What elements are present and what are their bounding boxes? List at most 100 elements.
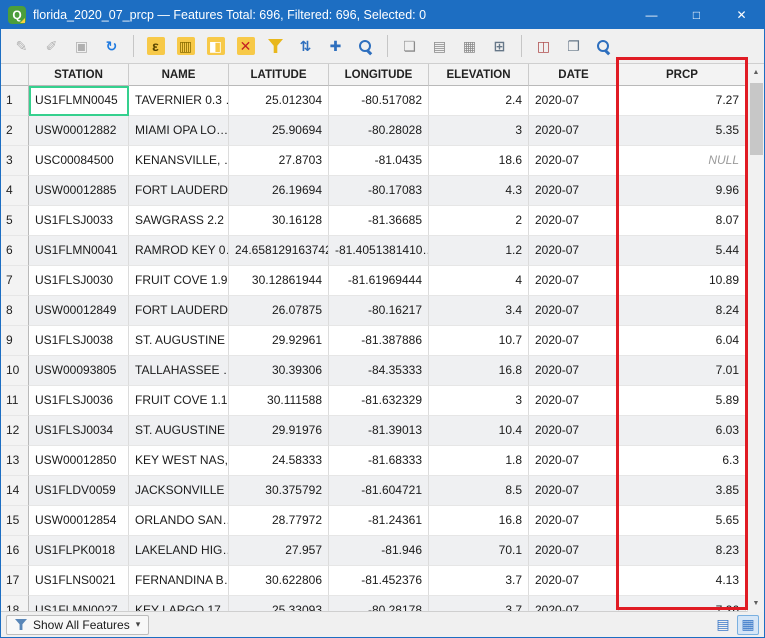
cell-5-elevation[interactable]: 2 bbox=[429, 206, 529, 236]
row-header-2[interactable]: 2 bbox=[1, 116, 29, 146]
deselect-all-button[interactable]: ✕ bbox=[233, 34, 258, 59]
column-header-date[interactable]: DATE bbox=[529, 64, 619, 86]
feature-filter-button[interactable]: Show All Features ▾ bbox=[6, 615, 149, 635]
row-header-4[interactable]: 4 bbox=[1, 176, 29, 206]
cell-3-latitude[interactable]: 27.8703 bbox=[229, 146, 329, 176]
row-header-14[interactable]: 14 bbox=[1, 476, 29, 506]
cell-15-latitude[interactable]: 28.77972 bbox=[229, 506, 329, 536]
cell-9-latitude[interactable]: 29.92961 bbox=[229, 326, 329, 356]
pan-to-selection-button[interactable]: ✚ bbox=[323, 34, 348, 59]
cell-1-elevation[interactable]: 2.4 bbox=[429, 86, 529, 116]
form-view-button[interactable]: ▤ bbox=[712, 615, 734, 635]
cell-13-latitude[interactable]: 24.58333 bbox=[229, 446, 329, 476]
cell-17-date[interactable]: 2020-07 bbox=[529, 566, 619, 596]
cell-18-prcp[interactable]: 7.26 bbox=[619, 596, 746, 611]
reload-table-button[interactable]: ↻ bbox=[99, 34, 124, 59]
cell-6-longitude[interactable]: -81.4051381410… bbox=[329, 236, 429, 266]
cell-4-prcp[interactable]: 9.96 bbox=[619, 176, 746, 206]
column-header-prcp[interactable]: PRCP bbox=[619, 64, 746, 86]
cell-10-name[interactable]: TALLAHASSEE … bbox=[129, 356, 229, 386]
cell-12-name[interactable]: ST. AUGUSTINE … bbox=[129, 416, 229, 446]
cell-1-station[interactable]: US1FLMN0045 bbox=[29, 86, 129, 116]
row-header-3[interactable]: 3 bbox=[1, 146, 29, 176]
scroll-down-button[interactable]: ▼ bbox=[748, 595, 764, 612]
cell-2-station[interactable]: USW00012882 bbox=[29, 116, 129, 146]
cell-3-elevation[interactable]: 18.6 bbox=[429, 146, 529, 176]
cell-11-longitude[interactable]: -81.632329 bbox=[329, 386, 429, 416]
corner-header[interactable] bbox=[1, 64, 29, 86]
cell-8-latitude[interactable]: 26.07875 bbox=[229, 296, 329, 326]
cell-10-prcp[interactable]: 7.01 bbox=[619, 356, 746, 386]
cell-7-date[interactable]: 2020-07 bbox=[529, 266, 619, 296]
cell-14-prcp[interactable]: 3.85 bbox=[619, 476, 746, 506]
cell-7-elevation[interactable]: 4 bbox=[429, 266, 529, 296]
cell-9-date[interactable]: 2020-07 bbox=[529, 326, 619, 356]
cell-2-elevation[interactable]: 3 bbox=[429, 116, 529, 146]
cell-8-station[interactable]: USW00012849 bbox=[29, 296, 129, 326]
cell-4-name[interactable]: FORT LAUDERD… bbox=[129, 176, 229, 206]
cell-5-prcp[interactable]: 8.07 bbox=[619, 206, 746, 236]
column-header-name[interactable]: NAME bbox=[129, 64, 229, 86]
row-header-13[interactable]: 13 bbox=[1, 446, 29, 476]
cell-12-latitude[interactable]: 29.91976 bbox=[229, 416, 329, 446]
cell-9-longitude[interactable]: -81.387886 bbox=[329, 326, 429, 356]
cell-17-name[interactable]: FERNANDINA B… bbox=[129, 566, 229, 596]
cell-1-latitude[interactable]: 25.012304 bbox=[229, 86, 329, 116]
cell-5-latitude[interactable]: 30.16128 bbox=[229, 206, 329, 236]
cell-15-longitude[interactable]: -81.24361 bbox=[329, 506, 429, 536]
cell-10-elevation[interactable]: 16.8 bbox=[429, 356, 529, 386]
cell-9-name[interactable]: ST. AUGUSTINE … bbox=[129, 326, 229, 356]
cell-5-date[interactable]: 2020-07 bbox=[529, 206, 619, 236]
row-header-6[interactable]: 6 bbox=[1, 236, 29, 266]
cell-9-elevation[interactable]: 10.7 bbox=[429, 326, 529, 356]
cell-6-station[interactable]: US1FLMN0041 bbox=[29, 236, 129, 266]
cell-2-latitude[interactable]: 25.90694 bbox=[229, 116, 329, 146]
cell-11-name[interactable]: FRUIT COVE 1.1… bbox=[129, 386, 229, 416]
cell-10-date[interactable]: 2020-07 bbox=[529, 356, 619, 386]
cell-14-name[interactable]: JACKSONVILLE … bbox=[129, 476, 229, 506]
new-field-button[interactable]: ▤ bbox=[427, 34, 452, 59]
cell-10-longitude[interactable]: -84.35333 bbox=[329, 356, 429, 386]
cell-3-date[interactable]: 2020-07 bbox=[529, 146, 619, 176]
cell-6-date[interactable]: 2020-07 bbox=[529, 236, 619, 266]
cell-15-station[interactable]: USW00012854 bbox=[29, 506, 129, 536]
cell-5-station[interactable]: US1FLSJ0033 bbox=[29, 206, 129, 236]
column-header-latitude[interactable]: LATITUDE bbox=[229, 64, 329, 86]
close-button[interactable]: ✕ bbox=[719, 1, 764, 29]
cell-1-longitude[interactable]: -80.517082 bbox=[329, 86, 429, 116]
select-all-button[interactable]: ▥ bbox=[173, 34, 198, 59]
row-header-11[interactable]: 11 bbox=[1, 386, 29, 416]
cell-3-prcp[interactable]: NULL bbox=[619, 146, 746, 176]
field-calculator-button[interactable]: ⊞ bbox=[487, 34, 512, 59]
cell-14-longitude[interactable]: -81.604721 bbox=[329, 476, 429, 506]
row-header-10[interactable]: 10 bbox=[1, 356, 29, 386]
row-header-15[interactable]: 15 bbox=[1, 506, 29, 536]
cell-14-date[interactable]: 2020-07 bbox=[529, 476, 619, 506]
vertical-scrollbar[interactable]: ▲ ▼ bbox=[747, 64, 764, 612]
cell-2-prcp[interactable]: 5.35 bbox=[619, 116, 746, 146]
cell-14-elevation[interactable]: 8.5 bbox=[429, 476, 529, 506]
cell-18-station[interactable]: US1FLMN0027 bbox=[29, 596, 129, 611]
cell-7-prcp[interactable]: 10.89 bbox=[619, 266, 746, 296]
cell-14-latitude[interactable]: 30.375792 bbox=[229, 476, 329, 506]
cell-7-latitude[interactable]: 30.12861944 bbox=[229, 266, 329, 296]
delete-field-button[interactable]: ▦ bbox=[457, 34, 482, 59]
cell-6-elevation[interactable]: 1.2 bbox=[429, 236, 529, 266]
cell-4-date[interactable]: 2020-07 bbox=[529, 176, 619, 206]
row-header-1[interactable]: 1 bbox=[1, 86, 29, 116]
conditional-formatting-button[interactable]: ◫ bbox=[531, 34, 556, 59]
table-view-button[interactable]: ▦ bbox=[737, 615, 759, 635]
cell-4-station[interactable]: USW00012885 bbox=[29, 176, 129, 206]
row-header-7[interactable]: 7 bbox=[1, 266, 29, 296]
cell-13-station[interactable]: USW00012850 bbox=[29, 446, 129, 476]
cell-17-station[interactable]: US1FLNS0021 bbox=[29, 566, 129, 596]
row-header-17[interactable]: 17 bbox=[1, 566, 29, 596]
cell-1-name[interactable]: TAVERNIER 0.3 … bbox=[129, 86, 229, 116]
cell-8-name[interactable]: FORT LAUDERD… bbox=[129, 296, 229, 326]
cell-18-date[interactable]: 2020-07 bbox=[529, 596, 619, 611]
cell-17-longitude[interactable]: -81.452376 bbox=[329, 566, 429, 596]
cell-4-longitude[interactable]: -80.17083 bbox=[329, 176, 429, 206]
cell-14-station[interactable]: US1FLDV0059 bbox=[29, 476, 129, 506]
cell-5-longitude[interactable]: -81.36685 bbox=[329, 206, 429, 236]
dock-table-button[interactable]: ❐ bbox=[561, 34, 586, 59]
